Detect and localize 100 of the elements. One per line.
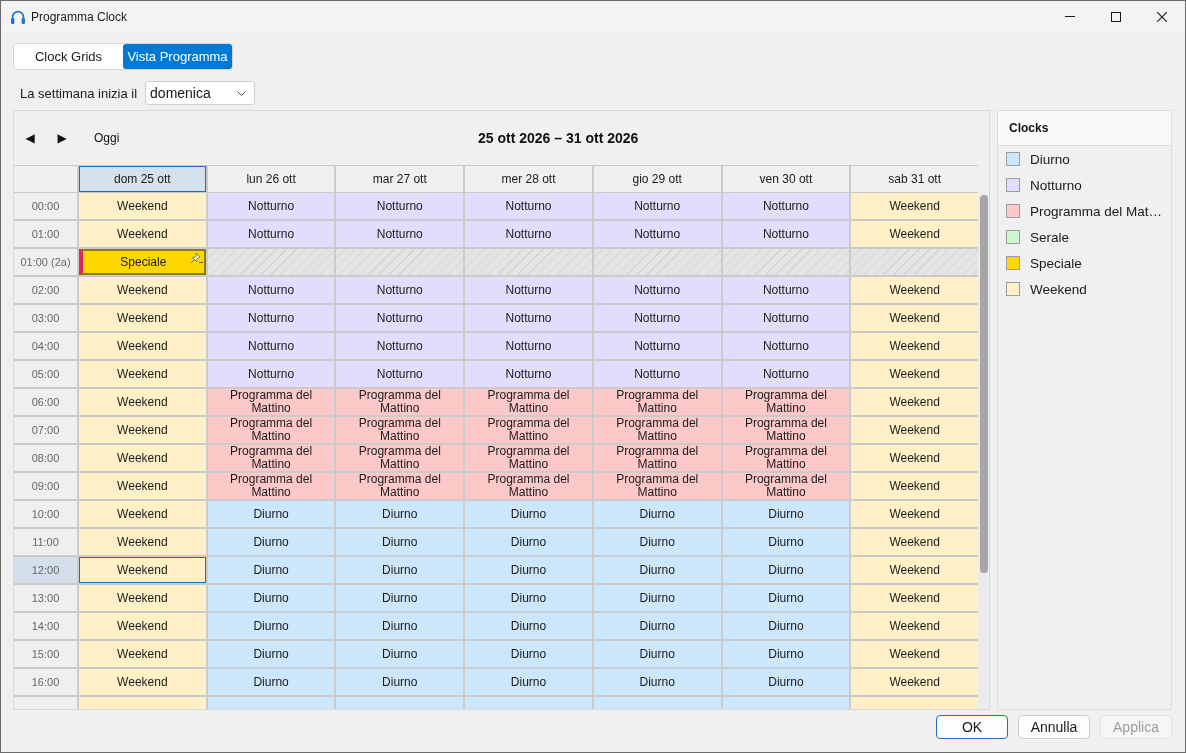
schedule-cell[interactable]: Notturno — [593, 333, 721, 359]
schedule-cell[interactable]: Diurno — [593, 641, 721, 667]
schedule-cell[interactable]: Notturno — [465, 361, 592, 387]
schedule-cell[interactable]: Notturno — [465, 305, 592, 331]
day-header[interactable]: lun 26 ott — [207, 166, 335, 192]
schedule-cell[interactable] — [851, 697, 978, 709]
schedule-cell[interactable]: Notturno — [336, 221, 464, 247]
ok-button[interactable]: OK — [936, 715, 1008, 739]
schedule-cell[interactable]: Programma del Mattino — [722, 473, 850, 499]
schedule-cell[interactable]: Notturno — [207, 193, 335, 219]
schedule-cell[interactable]: Weekend — [79, 417, 206, 443]
schedule-cell[interactable]: Weekend — [79, 529, 206, 555]
schedule-cell[interactable]: Diurno — [593, 669, 721, 695]
schedule-cell[interactable]: Weekend — [851, 445, 978, 471]
schedule-cell[interactable]: Weekend — [79, 361, 206, 387]
schedule-cell[interactable]: Diurno — [336, 613, 464, 639]
schedule-cell[interactable]: Weekend — [851, 389, 978, 415]
schedule-cell[interactable]: Programma del Mattino — [465, 389, 592, 415]
schedule-cell[interactable]: Weekend — [851, 641, 978, 667]
schedule-cell[interactable]: Notturno — [722, 277, 850, 303]
schedule-cell[interactable]: Notturno — [593, 221, 721, 247]
week-start-dropdown[interactable]: domenica — [145, 81, 256, 105]
schedule-cell[interactable]: Diurno — [336, 641, 464, 667]
schedule-cell[interactable]: Weekend — [851, 501, 978, 527]
schedule-cell[interactable]: Diurno — [465, 641, 592, 667]
schedule-cell[interactable]: Notturno — [465, 221, 592, 247]
schedule-cell[interactable]: Notturno — [465, 277, 592, 303]
schedule-cell[interactable]: Notturno — [722, 305, 850, 331]
schedule-cell[interactable]: Diurno — [593, 585, 721, 611]
schedule-cell[interactable]: Weekend — [79, 613, 206, 639]
schedule-cell[interactable]: Weekend — [79, 445, 206, 471]
schedule-cell[interactable]: Programma del Mattino — [336, 445, 464, 471]
schedule-cell[interactable]: Programma del Mattino — [593, 473, 721, 499]
special-event[interactable]: Speciale — [79, 249, 206, 275]
schedule-cell[interactable]: Notturno — [336, 361, 464, 387]
schedule-cell[interactable]: Diurno — [465, 613, 592, 639]
schedule-cell[interactable]: Diurno — [465, 669, 592, 695]
scrollbar[interactable] — [978, 193, 989, 709]
schedule-cell[interactable]: Programma del Mattino — [722, 417, 850, 443]
schedule-cell[interactable]: Weekend — [851, 529, 978, 555]
schedule-cell[interactable]: Diurno — [593, 501, 721, 527]
schedule-cell[interactable]: Diurno — [465, 501, 592, 527]
schedule-cell[interactable]: Programma del Mattino — [336, 417, 464, 443]
schedule-cell[interactable]: Diurno — [336, 529, 464, 555]
previous-button[interactable]: ◀ — [14, 126, 46, 150]
schedule-cell[interactable]: Diurno — [722, 641, 850, 667]
schedule-cell[interactable]: Diurno — [722, 557, 850, 583]
schedule-cell[interactable]: Diurno — [465, 585, 592, 611]
schedule-cell[interactable]: Programma del Mattino — [336, 389, 464, 415]
schedule-cell[interactable]: Diurno — [207, 641, 335, 667]
schedule-cell[interactable]: Notturno — [593, 277, 721, 303]
schedule-cell[interactable]: Programma del Mattino — [207, 389, 335, 415]
schedule-cell[interactable]: Diurno — [336, 585, 464, 611]
schedule-cell[interactable]: Programma del Mattino — [593, 389, 721, 415]
next-button[interactable]: ▶ — [46, 126, 78, 150]
schedule-cell[interactable]: Diurno — [593, 557, 721, 583]
schedule-cell[interactable]: Weekend — [851, 557, 978, 583]
schedule-cell[interactable] — [336, 697, 464, 709]
schedule-cell[interactable]: Programma del Mattino — [465, 473, 592, 499]
schedule-cell[interactable]: Diurno — [207, 501, 335, 527]
schedule-cell[interactable]: Programma del Mattino — [207, 473, 335, 499]
schedule-cell[interactable]: Notturno — [722, 221, 850, 247]
schedule-cell[interactable]: Weekend — [851, 473, 978, 499]
schedule-cell[interactable]: Weekend — [79, 277, 206, 303]
schedule-cell[interactable]: Programma del Mattino — [722, 445, 850, 471]
schedule-cell[interactable]: Diurno — [336, 557, 464, 583]
schedule-cell[interactable]: Weekend — [79, 641, 206, 667]
schedule-cell[interactable]: Programma del Mattino — [593, 417, 721, 443]
schedule-cell[interactable]: Weekend — [851, 669, 978, 695]
schedule-cell[interactable]: Weekend — [79, 585, 206, 611]
schedule-cell[interactable]: Weekend — [851, 221, 978, 247]
schedule-cell[interactable]: Programma del Mattino — [593, 445, 721, 471]
schedule-cell[interactable]: Diurno — [722, 613, 850, 639]
tab[interactable]: Vista Programma — [123, 44, 232, 69]
day-header[interactable]: mar 27 ott — [336, 166, 464, 192]
schedule-cell[interactable]: Weekend — [851, 333, 978, 359]
schedule-cell[interactable]: Weekend — [79, 501, 206, 527]
day-header[interactable]: ven 30 ott — [722, 166, 850, 192]
schedule-cell[interactable]: Notturno — [593, 361, 721, 387]
scrollbar-thumb[interactable] — [979, 195, 988, 573]
day-header[interactable]: mer 28 ott — [465, 166, 592, 192]
schedule-cell[interactable]: Notturno — [336, 277, 464, 303]
day-header[interactable]: gio 29 ott — [593, 166, 721, 192]
schedule-cell[interactable] — [79, 697, 206, 709]
schedule-cell[interactable]: Notturno — [207, 221, 335, 247]
schedule-cell[interactable]: Diurno — [722, 501, 850, 527]
schedule-cell[interactable] — [593, 697, 721, 709]
schedule-cell[interactable]: Weekend — [851, 193, 978, 219]
schedule-cell[interactable]: Notturno — [207, 305, 335, 331]
schedule-cell[interactable]: Notturno — [593, 305, 721, 331]
schedule-cell[interactable]: Weekend — [79, 389, 206, 415]
schedule-cell[interactable]: Diurno — [722, 529, 850, 555]
schedule-cell[interactable]: Notturno — [593, 193, 721, 219]
schedule-cell[interactable]: Diurno — [336, 669, 464, 695]
schedule-cell[interactable]: Notturno — [722, 361, 850, 387]
schedule-cell[interactable]: Programma del Mattino — [465, 445, 592, 471]
schedule-cell[interactable]: Notturno — [207, 361, 335, 387]
schedule-cell[interactable]: Diurno — [207, 557, 335, 583]
schedule-cell[interactable]: Notturno — [722, 333, 850, 359]
schedule-cell[interactable]: Notturno — [336, 333, 464, 359]
